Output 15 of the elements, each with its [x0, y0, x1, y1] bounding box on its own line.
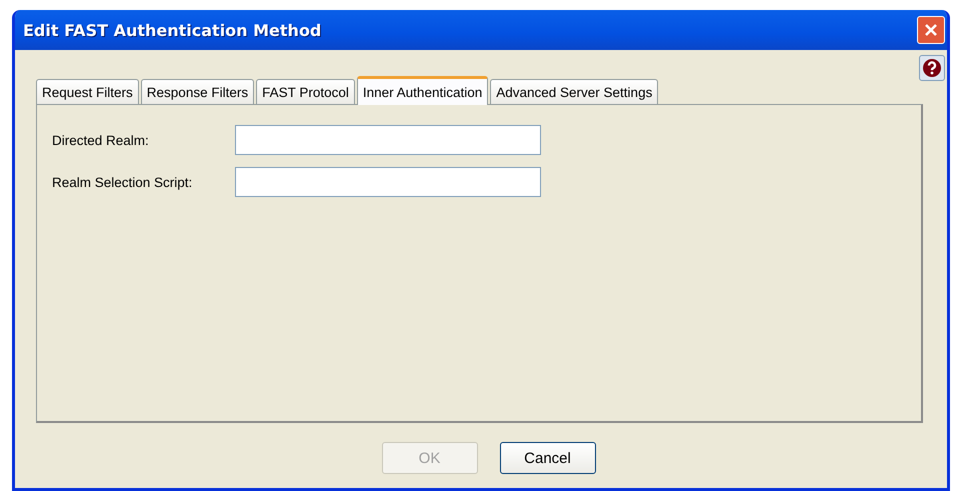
field-label: Realm Selection Script: — [52, 174, 194, 190]
input-field[interactable] — [235, 167, 541, 197]
window-title: Edit FAST Authentication Method — [23, 20, 322, 40]
help-icon — [922, 58, 942, 78]
field-label: Directed Realm: — [52, 132, 150, 148]
close-button[interactable] — [917, 16, 945, 44]
tab[interactable]: Advanced Server Settings — [490, 79, 658, 104]
tab[interactable]: FAST Protocol — [256, 79, 355, 104]
tab[interactable]: Inner Authentication — [356, 76, 488, 105]
dialog-button[interactable]: Cancel — [500, 442, 596, 474]
tab[interactable]: Response Filters — [140, 79, 254, 104]
input-field[interactable] — [235, 125, 541, 155]
close-icon — [923, 22, 939, 38]
tab[interactable]: Request Filters — [36, 79, 139, 104]
help-button[interactable] — [919, 55, 945, 81]
